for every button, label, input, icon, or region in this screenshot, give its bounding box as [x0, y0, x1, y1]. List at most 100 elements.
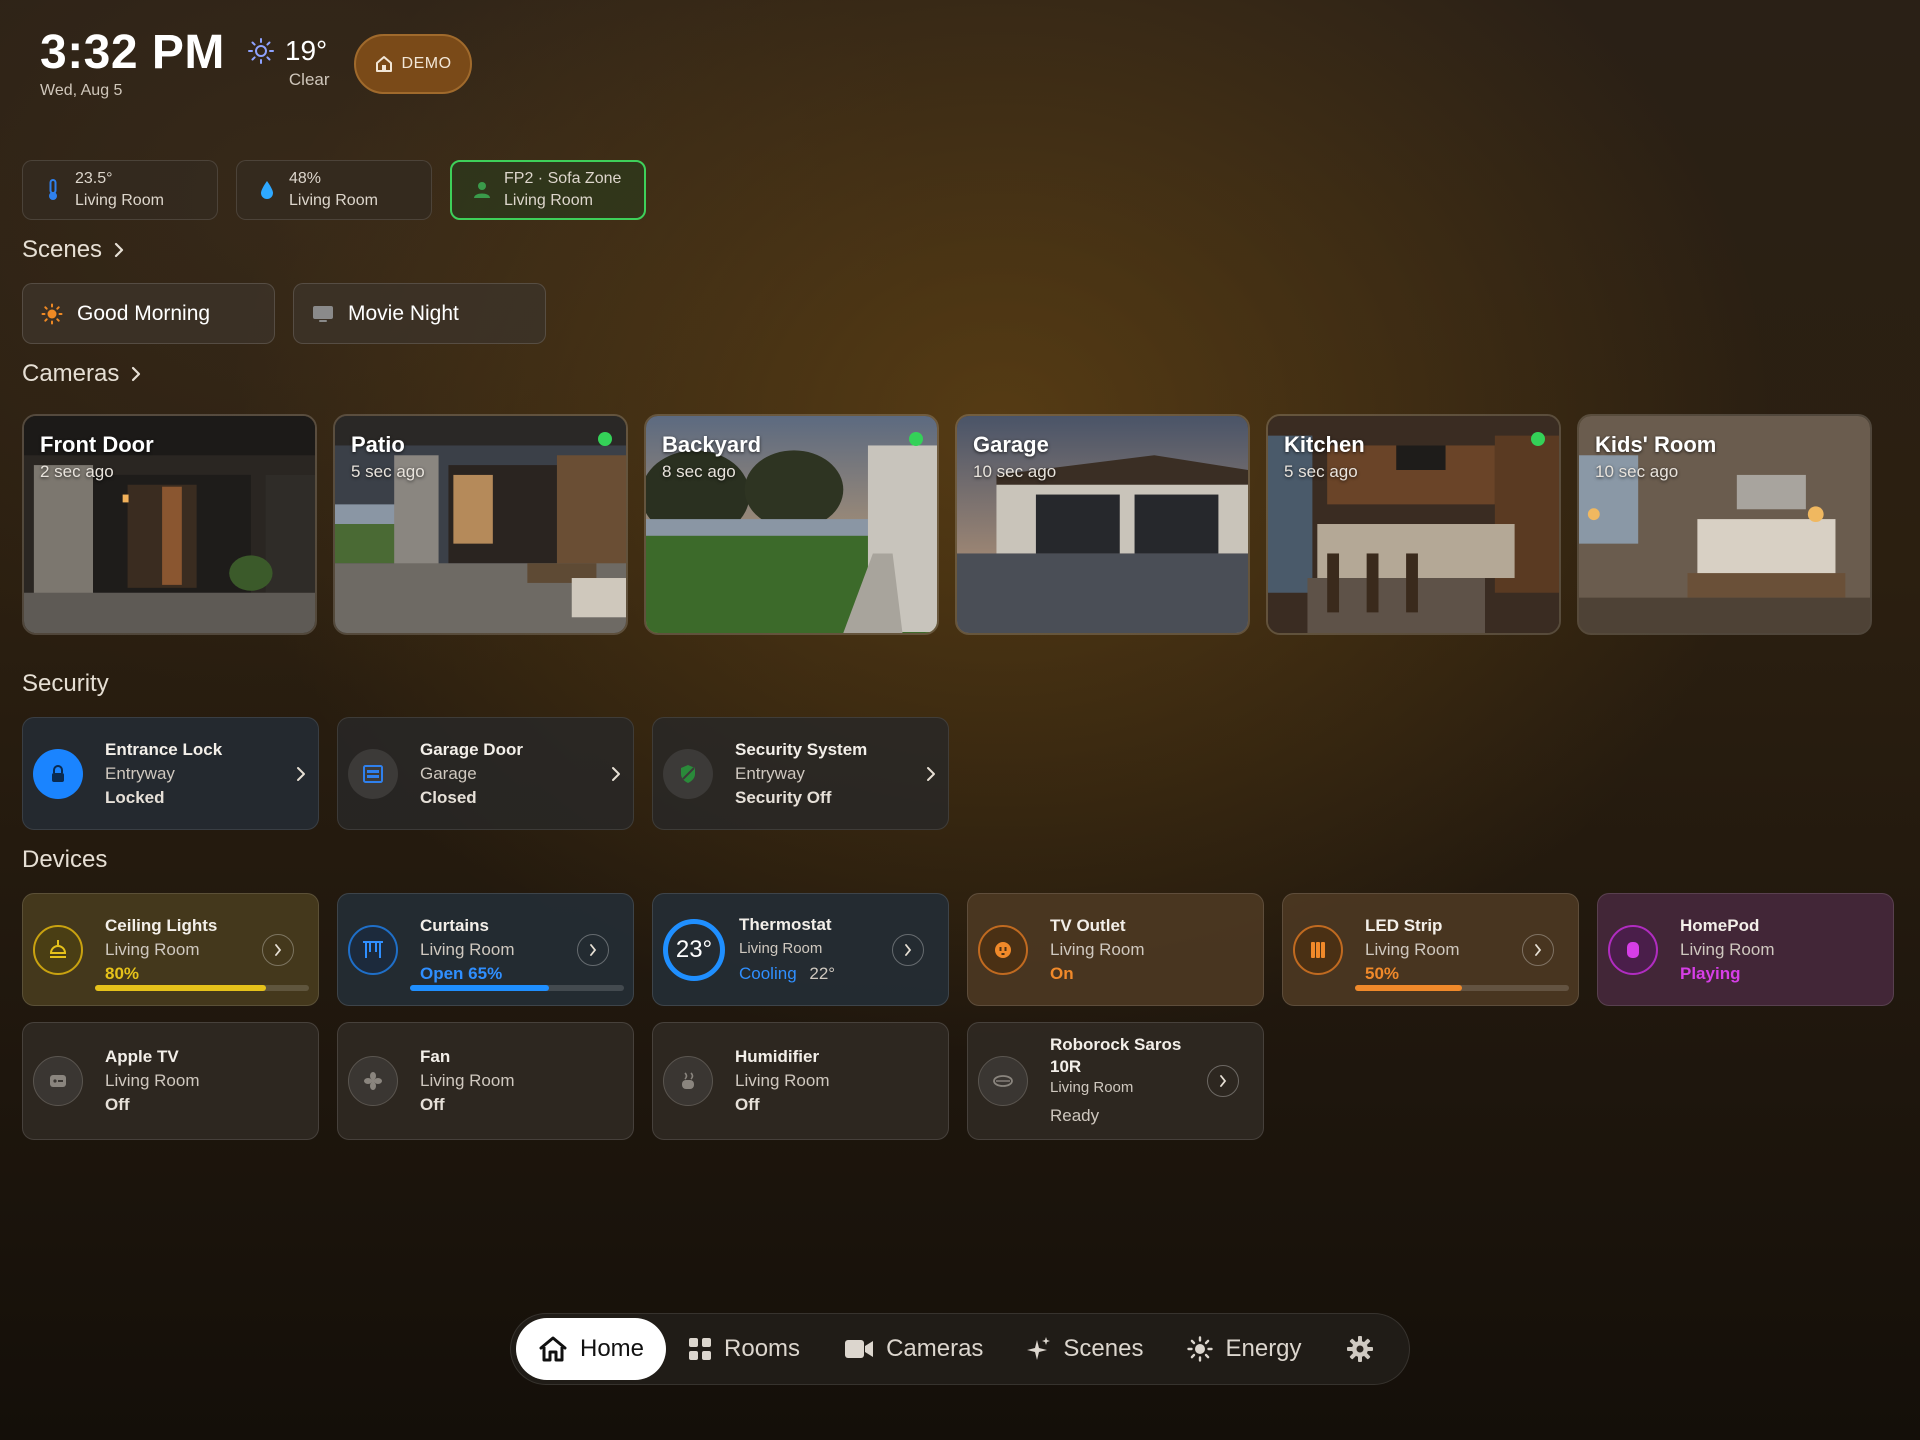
brightness-bar[interactable]: [1355, 985, 1569, 991]
camera-timestamp: 10 sec ago: [973, 462, 1057, 481]
device-fan[interactable]: Fan Living Room Off: [337, 1022, 634, 1140]
device-led-strip[interactable]: LED Strip Living Room 50%: [1282, 893, 1579, 1006]
security-system[interactable]: Security System Entryway Security Off: [652, 717, 949, 830]
device-ceiling-lights[interactable]: Ceiling Lights Living Room 80%: [22, 893, 319, 1006]
security-row: Entrance Lock Entryway Locked Garage Doo…: [22, 717, 949, 830]
device-status: 80%: [105, 963, 140, 983]
device-status: Ready: [1050, 1106, 1100, 1125]
camera-kitchen[interactable]: Kitchen 5 sec ago: [1266, 414, 1561, 635]
security-entrance-lock[interactable]: Entrance Lock Entryway Locked: [22, 717, 319, 830]
chevron-right-icon: [927, 766, 935, 781]
nav-home[interactable]: Home: [516, 1318, 667, 1380]
thermostat-dial: 23°: [663, 918, 725, 981]
sensor-temperature[interactable]: 23.5° Living Room: [22, 160, 218, 220]
camera-patio[interactable]: Patio 5 sec ago: [333, 414, 628, 635]
scenes-title: Scenes: [22, 236, 103, 263]
curtain-position-bar[interactable]: [410, 985, 624, 991]
device-room: Living Room: [1050, 1079, 1134, 1096]
camera-name: Patio: [351, 432, 405, 457]
fan-icon: [348, 1056, 398, 1106]
cameras-section-link[interactable]: Cameras: [22, 360, 141, 388]
security-garage-door[interactable]: Garage Door Garage Closed: [337, 717, 634, 830]
device-details-button[interactable]: [892, 933, 924, 966]
live-indicator: [1531, 432, 1545, 446]
device-status: Off: [735, 1095, 760, 1114]
curtains-icon: [348, 924, 398, 975]
nav-cameras[interactable]: Cameras: [822, 1318, 1005, 1380]
nav-energy[interactable]: Energy: [1165, 1318, 1323, 1380]
device-humidifier[interactable]: Humidifier Living Room Off: [652, 1022, 949, 1140]
scene-good-morning[interactable]: Good Morning: [22, 283, 275, 344]
camera-name: Kitchen: [1284, 432, 1365, 457]
header: 3:32 PM Wed, Aug 5 19° Clear DEMO: [40, 26, 472, 100]
device-name: Fan: [420, 1047, 451, 1066]
current-date: Wed, Aug 5: [40, 82, 123, 99]
device-roborock[interactable]: Roborock Saros 10R Living Room Ready: [967, 1022, 1264, 1140]
device-room: Living Room: [1365, 939, 1460, 959]
nav-settings[interactable]: [1324, 1318, 1408, 1380]
devices-grid: Ceiling Lights Living Room 80% Curtains …: [22, 893, 1902, 1156]
device-details-button[interactable]: [262, 933, 294, 966]
sensor-humidity[interactable]: 48% Living Room: [236, 160, 432, 220]
device-room: Living Room: [1050, 939, 1145, 959]
device-name: Thermostat: [739, 914, 832, 934]
nav-label: Home: [580, 1335, 645, 1362]
weather-widget: 19° Clear: [247, 36, 330, 90]
device-name: HomePod: [1680, 915, 1760, 935]
device-apple-tv[interactable]: Apple TV Living Room Off: [22, 1022, 319, 1140]
device-name: Curtains: [420, 915, 489, 935]
camera-backyard[interactable]: Backyard 8 sec ago: [644, 414, 939, 635]
device-room: Living Room: [735, 1071, 830, 1090]
grid-icon: [689, 1338, 712, 1360]
device-status: Off: [105, 1095, 130, 1114]
nav-scenes[interactable]: Scenes: [1005, 1318, 1165, 1380]
device-details-button[interactable]: [577, 933, 609, 966]
clock: 3:32 PM Wed, Aug 5: [40, 26, 225, 100]
device-room: Entryway: [105, 763, 175, 783]
homepod-icon: [1608, 924, 1658, 975]
demo-button[interactable]: DEMO: [353, 34, 472, 94]
sensor-presence[interactable]: FP2 · Sofa Zone Living Room: [450, 160, 646, 220]
security-title: Security: [22, 670, 109, 697]
camera-timestamp: 10 sec ago: [1595, 462, 1679, 481]
thermostat-current-temp: 23°: [675, 935, 713, 963]
device-room: Living Room: [739, 939, 823, 957]
nav-rooms[interactable]: Rooms: [666, 1318, 822, 1380]
device-status: Open 65%: [420, 963, 503, 983]
device-thermostat[interactable]: 23° Thermostat Living Room Cooling 22°: [652, 893, 949, 1006]
camera-kids-room[interactable]: Kids' Room 10 sec ago: [1577, 414, 1872, 635]
sensor-value: FP2 · Sofa Zone: [504, 170, 622, 187]
camera-timestamp: 5 sec ago: [1284, 462, 1358, 481]
weather-temperature: 19°: [284, 35, 328, 66]
chevron-right-icon: [590, 943, 597, 956]
brightness-bar[interactable]: [95, 985, 309, 991]
chevron-right-icon: [1220, 1075, 1227, 1087]
video-icon: [845, 1340, 874, 1358]
nav-label: Rooms: [724, 1335, 801, 1362]
scene-movie-night[interactable]: Movie Night: [293, 283, 546, 344]
device-details-button[interactable]: [1522, 933, 1554, 966]
chevron-right-icon: [612, 766, 620, 781]
nav-label: Energy: [1225, 1335, 1302, 1362]
sensor-room: Living Room: [289, 192, 378, 209]
camera-name: Kids' Room: [1595, 432, 1717, 457]
device-room: Living Room: [1680, 939, 1775, 959]
device-name: TV Outlet: [1050, 915, 1126, 935]
device-room: Living Room: [420, 939, 515, 959]
device-curtains[interactable]: Curtains Living Room Open 65%: [337, 893, 634, 1006]
camera-garage[interactable]: Garage 10 sec ago: [955, 414, 1250, 635]
camera-front-door[interactable]: Front Door 2 sec ago: [22, 414, 317, 635]
chevron-right-icon: [114, 242, 124, 258]
cameras-title: Cameras: [22, 360, 120, 387]
sensor-chips: 23.5° Living Room 48% Living Room FP2 · …: [22, 160, 646, 220]
bottom-nav: Home Rooms Cameras Scenes Energy: [510, 1313, 1410, 1385]
device-name: Ceiling Lights: [105, 915, 218, 935]
device-details-button[interactable]: [1207, 1065, 1239, 1097]
weather-condition: Clear: [288, 70, 330, 89]
demo-label: DEMO: [401, 55, 452, 72]
nav-label: Cameras: [886, 1335, 984, 1362]
device-tv-outlet[interactable]: TV Outlet Living Room On: [967, 893, 1264, 1006]
device-homepod[interactable]: HomePod Living Room Playing: [1597, 893, 1894, 1006]
scenes-section-link[interactable]: Scenes: [22, 236, 124, 264]
sensor-room: Living Room: [504, 192, 593, 209]
